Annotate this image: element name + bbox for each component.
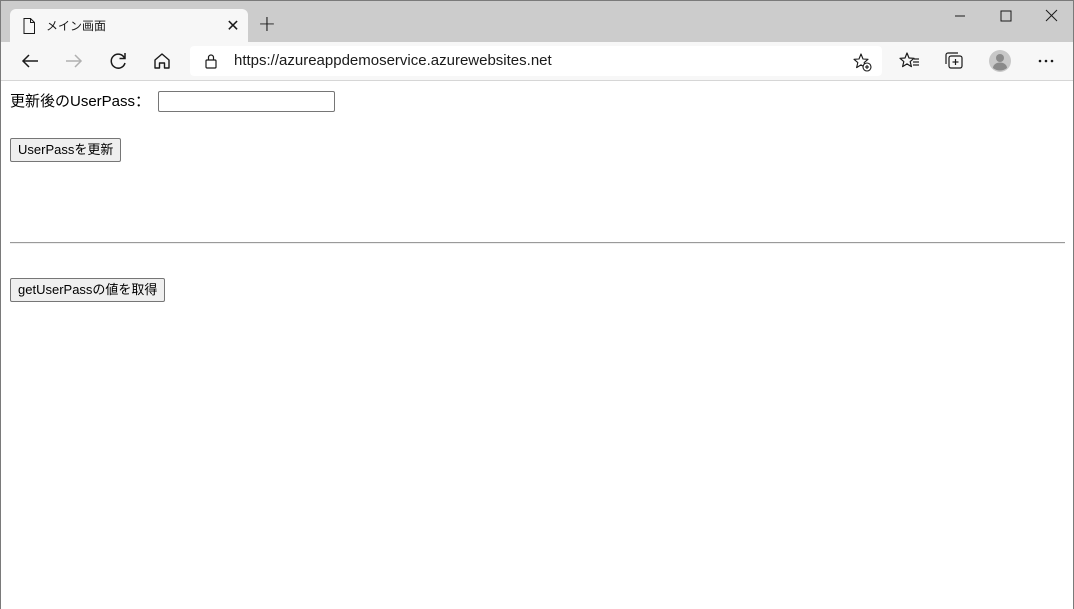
home-button[interactable]	[147, 47, 177, 75]
profile-button[interactable]	[985, 47, 1015, 75]
refresh-icon	[110, 53, 126, 69]
minimize-icon	[955, 15, 965, 17]
favorites-button[interactable]	[895, 47, 925, 75]
address-bar[interactable]: https://azureappdemoservice.azurewebsite…	[190, 46, 882, 76]
get-userpass-button[interactable]: getUserPassの値を取得	[10, 278, 166, 302]
home-icon	[154, 53, 170, 69]
new-tab-button[interactable]: +	[255, 14, 279, 38]
browser-window: メイン画面 ✕ + https://azureappdemoservice.az…	[0, 0, 1074, 609]
browser-tab[interactable]: メイン画面 ✕	[10, 9, 248, 42]
page-icon	[23, 18, 35, 34]
horizontal-rule	[10, 242, 1065, 244]
profile-avatar-icon	[989, 50, 1011, 72]
more-options-button[interactable]	[1031, 47, 1061, 75]
userpass-field-row: 更新後のUserPass：	[10, 91, 336, 113]
userpass-input[interactable]	[158, 91, 336, 112]
favorites-icon	[899, 52, 919, 68]
page-content: 更新後のUserPass： UserPassを更新 getUserPassの値を…	[1, 81, 1073, 609]
maximize-icon	[1000, 10, 1012, 22]
forward-arrow-icon	[66, 54, 83, 68]
userpass-label: 更新後のUserPass：	[10, 92, 151, 110]
tab-title: メイン画面	[46, 19, 107, 33]
back-button[interactable]	[15, 47, 45, 75]
minimize-button[interactable]	[937, 1, 983, 31]
collections-button[interactable]	[939, 47, 969, 75]
more-horizontal-icon	[1038, 59, 1054, 63]
update-userpass-button[interactable]: UserPassを更新	[10, 138, 122, 162]
back-arrow-icon	[21, 54, 38, 68]
address-url[interactable]: https://azureappdemoservice.azurewebsite…	[234, 53, 552, 69]
tab-close-icon[interactable]: ✕	[224, 17, 242, 35]
close-window-button[interactable]	[1029, 1, 1074, 31]
forward-button[interactable]	[59, 47, 89, 75]
lock-icon[interactable]	[204, 53, 218, 69]
close-icon	[1045, 9, 1058, 22]
refresh-button[interactable]	[103, 47, 133, 75]
collections-icon	[945, 52, 963, 69]
tab-strip: メイン画面 ✕ +	[1, 1, 1073, 42]
add-favorite-icon[interactable]	[852, 52, 872, 72]
browser-toolbar: https://azureappdemoservice.azurewebsite…	[1, 42, 1073, 81]
maximize-button[interactable]	[983, 1, 1029, 31]
